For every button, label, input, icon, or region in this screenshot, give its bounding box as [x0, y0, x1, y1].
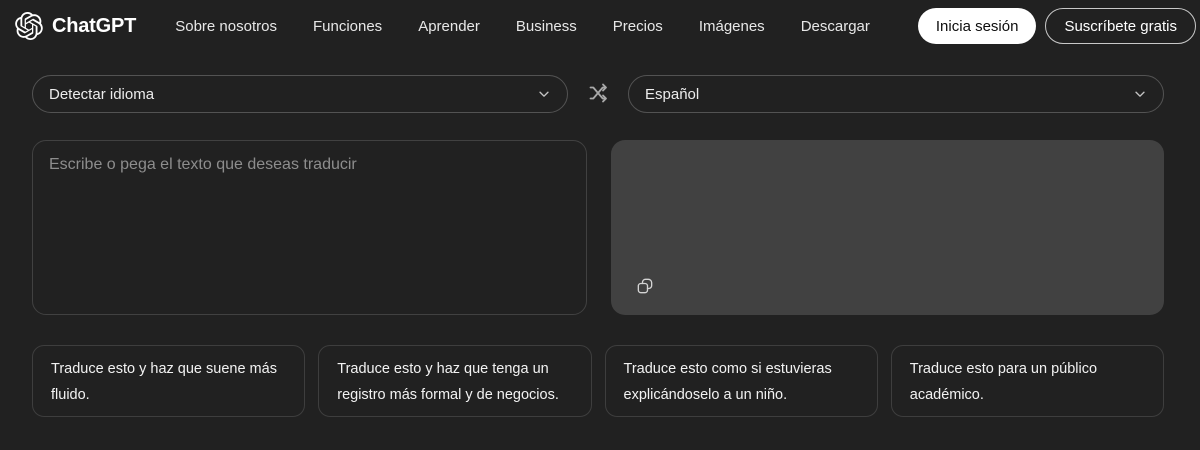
source-text-input[interactable] [33, 141, 586, 314]
brand-name: ChatGPT [52, 14, 137, 37]
suggestion-academic[interactable]: Traduce esto para un público académico. [890, 345, 1164, 417]
copy-icon [635, 276, 655, 299]
target-language-select[interactable]: Español [628, 75, 1164, 113]
nav-item-precios[interactable]: Precios [613, 18, 663, 35]
source-language-value: Detectar idioma [49, 85, 155, 103]
nav-item-funciones[interactable]: Funciones [313, 18, 382, 35]
nav-item-sobre-nosotros[interactable]: Sobre nosotros [175, 18, 277, 35]
copy-button[interactable] [635, 276, 655, 299]
suggestion-explain-child[interactable]: Traduce esto como si estuvieras explicán… [604, 345, 878, 417]
target-language-value: Español [645, 85, 700, 103]
main-nav: Sobre nosotros Funciones Aprender Busine… [175, 8, 1196, 44]
chevron-down-icon [537, 87, 551, 101]
source-text-panel [32, 140, 587, 315]
subscribe-button[interactable]: Suscríbete gratis [1045, 8, 1196, 44]
nav-cta-group: Inicia sesión Suscríbete gratis [917, 8, 1196, 44]
chevron-down-icon [1133, 87, 1147, 101]
nav-item-aprender[interactable]: Aprender [418, 18, 480, 35]
language-selector-row: Detectar idioma Español [32, 75, 1164, 113]
translation-output-panel [611, 140, 1164, 315]
nav-item-business[interactable]: Business [516, 18, 577, 35]
chatgpt-logo[interactable]: ChatGPT [15, 12, 136, 40]
shuffle-icon [586, 81, 610, 108]
nav-item-descargar[interactable]: Descargar [801, 18, 870, 35]
suggestion-fluid[interactable]: Traduce esto y haz que suene más fluido. [32, 345, 306, 417]
source-language-select[interactable]: Detectar idioma [32, 75, 568, 113]
suggestion-formal-business[interactable]: Traduce esto y haz que tenga un registro… [318, 345, 592, 417]
swap-languages-button[interactable] [586, 81, 610, 108]
top-nav-bar: ChatGPT Sobre nosotros Funciones Aprende… [0, 0, 1200, 52]
suggestion-prompts: Traduce esto y haz que suene más fluido.… [32, 345, 1164, 417]
login-button[interactable]: Inicia sesión [917, 8, 1037, 44]
translator-panels [32, 140, 1164, 315]
openai-logo-icon [15, 12, 43, 40]
translator-section: Detectar idioma Español Escribe o pega e… [0, 52, 1200, 417]
nav-item-imagenes[interactable]: Imágenes [699, 18, 765, 35]
